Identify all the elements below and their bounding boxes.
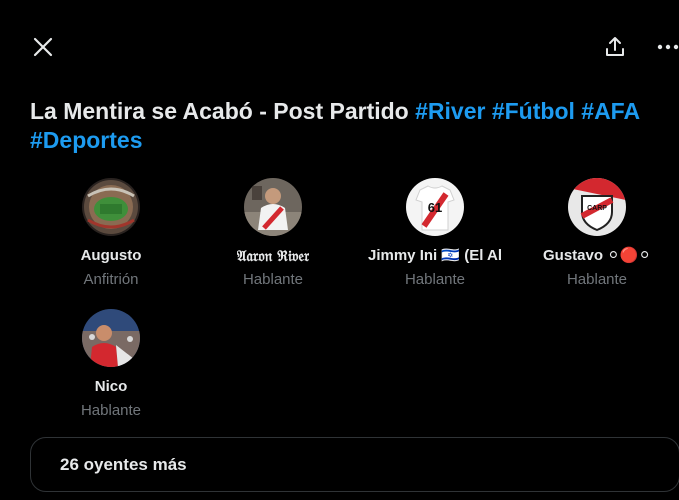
avatar	[244, 178, 302, 236]
participants-row: Augusto Anfitrión 𝔄𝔞𝔯𝔬𝔫 ℜ𝔦𝔳𝔢𝔯 Hablante 6…	[30, 178, 679, 309]
participant-name: 𝔄𝔞𝔯𝔬𝔫 ℜ𝔦𝔳𝔢𝔯	[236, 247, 310, 265]
participant-role: Anfitrión	[83, 271, 139, 288]
participant-name: Nico	[94, 378, 128, 395]
share-button[interactable]	[597, 29, 633, 65]
hashtag-link[interactable]: #AFA	[581, 98, 639, 124]
space-title-text: La Mentira se Acabó - Post Partido	[30, 98, 409, 124]
top-bar	[0, 0, 679, 92]
participant-role: Hablante	[566, 271, 628, 288]
participant-role: Hablante	[404, 271, 466, 288]
more-icon	[657, 44, 679, 50]
close-icon	[33, 37, 53, 57]
participant-name: Jimmy Ini 🇮🇱 (El Al	[368, 247, 502, 264]
space-title: La Mentira se Acabó - Post Partido #Rive…	[30, 97, 670, 155]
svg-text:CARP: CARP	[587, 205, 607, 212]
participant-augusto[interactable]: Augusto Anfitrión	[30, 178, 192, 309]
more-options-button[interactable]	[650, 29, 679, 65]
avatar	[82, 309, 140, 367]
svg-text:61: 61	[428, 200, 442, 215]
participant-nico[interactable]: Nico Hablante	[30, 309, 192, 440]
avatar	[82, 178, 140, 236]
close-button[interactable]	[25, 29, 61, 65]
hashtag-link[interactable]: #Deportes	[30, 127, 142, 153]
share-icon	[606, 37, 624, 56]
participant-role: Hablante	[242, 271, 304, 288]
participant-aaron-river[interactable]: 𝔄𝔞𝔯𝔬𝔫 ℜ𝔦𝔳𝔢𝔯 Hablante	[192, 178, 354, 309]
participant-role: Hablante	[80, 402, 142, 419]
participant-gustavo[interactable]: CARP Gustavo ⚪🔴⚪ Hablante	[516, 178, 678, 309]
hashtag-link[interactable]: #River	[415, 98, 485, 124]
avatar: CARP	[568, 178, 626, 236]
hashtag-link[interactable]: #Fútbol	[492, 98, 575, 124]
participants-row: Nico Hablante	[30, 309, 679, 440]
listeners-button[interactable]: 26 oyentes más	[30, 437, 679, 492]
avatar: 61	[406, 178, 464, 236]
participant-name: Augusto	[80, 247, 142, 264]
participant-name: Gustavo ⚪🔴⚪	[543, 247, 651, 264]
participant-jimmy-ini[interactable]: 61 Jimmy Ini 🇮🇱 (El Al Hablante	[354, 178, 516, 309]
listeners-count-label: 26 oyentes más	[60, 454, 187, 474]
participants-grid: Augusto Anfitrión 𝔄𝔞𝔯𝔬𝔫 ℜ𝔦𝔳𝔢𝔯 Hablante 6…	[30, 178, 679, 440]
